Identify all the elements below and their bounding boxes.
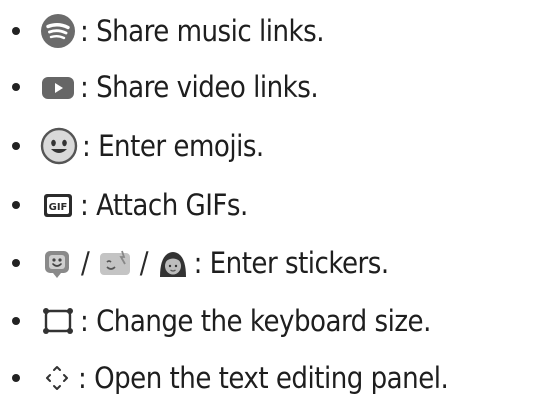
sticker-icon: [40, 245, 74, 281]
bullet: [12, 259, 20, 267]
bullet: [12, 27, 20, 35]
item-text: : Enter emojis.: [82, 128, 264, 163]
bullet: [12, 201, 20, 209]
separator: /: [81, 245, 90, 280]
svg-text:GIF: GIF: [49, 202, 68, 213]
emoji-face-icon: [40, 127, 78, 165]
list-item: : Change the keyboard size.: [0, 296, 534, 346]
list-item: : Enter emojis.: [0, 121, 534, 171]
separator: /: [139, 245, 149, 280]
list-item: : Share music links.: [0, 6, 534, 56]
keyboard-resize-icon: [40, 303, 76, 339]
list-item: GIF : Attach GIFs.: [0, 180, 534, 230]
bullet: [12, 83, 20, 91]
bitmoji-sticker-icon: [97, 245, 133, 281]
item-text: : Enter stickers.: [193, 245, 390, 280]
item-text: : Share music links.: [80, 13, 325, 48]
item-text: : Change the keyboard size.: [80, 303, 431, 338]
list-item: / / : Enter stickers.: [0, 238, 534, 288]
item-text: : Share video links.: [80, 69, 319, 104]
spotify-icon: [40, 13, 76, 49]
bullet: [12, 374, 20, 382]
list-item: : Share video links.: [0, 62, 534, 112]
item-text: : Open the text editing panel.: [78, 360, 449, 395]
bullet: [12, 142, 20, 150]
list-item: : Open the text editing panel.: [0, 353, 534, 403]
avatar-sticker-icon: [156, 245, 190, 281]
item-text: : Attach GIFs.: [80, 187, 248, 222]
bullet: [12, 317, 20, 325]
text-cursor-panel-icon: [40, 360, 74, 396]
youtube-icon: [40, 69, 76, 105]
gif-icon: GIF: [40, 187, 76, 223]
